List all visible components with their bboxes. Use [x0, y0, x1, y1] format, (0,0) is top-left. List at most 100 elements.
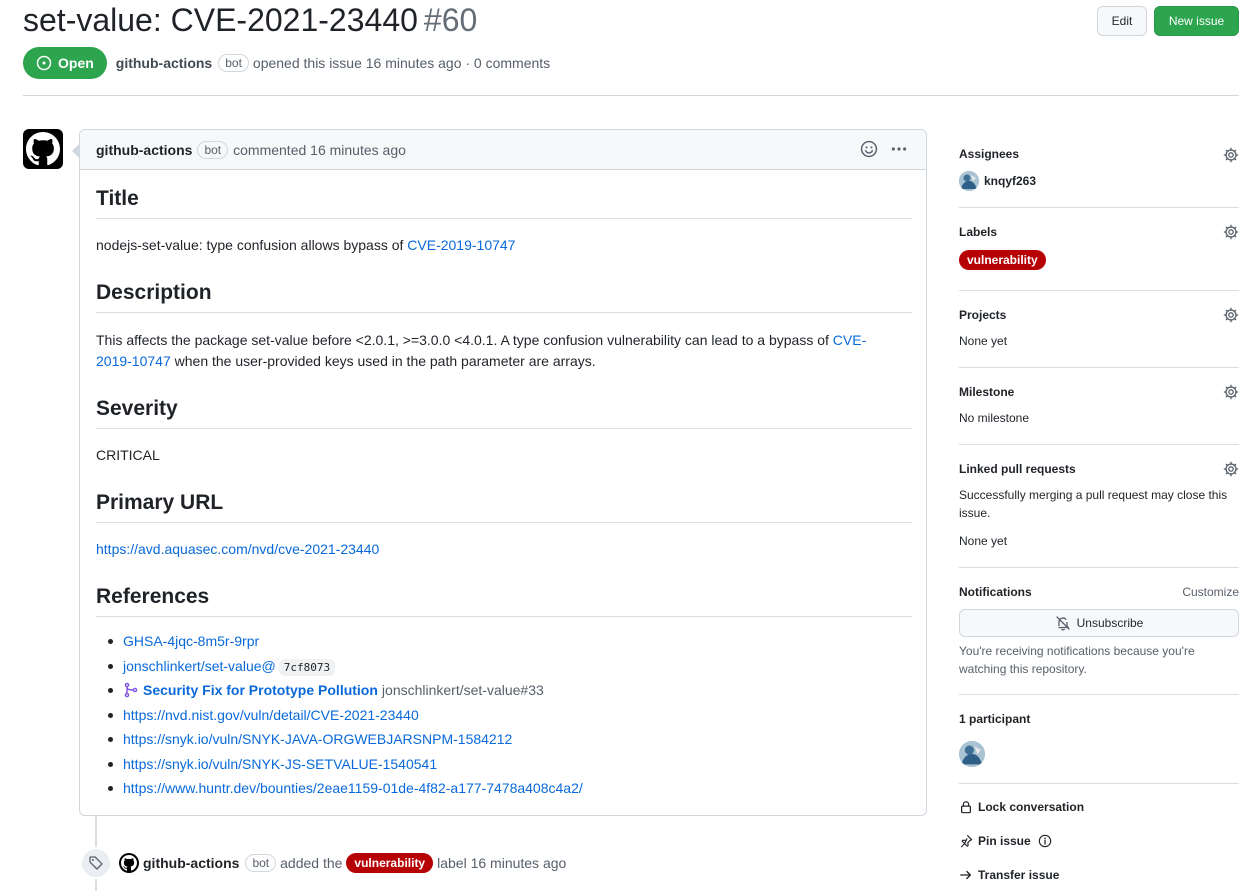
- lock-label: Lock conversation: [978, 800, 1085, 814]
- heading-divider: [96, 218, 912, 219]
- issue-comment: github-actions bot commented 16 minutes …: [79, 129, 927, 816]
- sidebar-divider: [959, 290, 1239, 291]
- transfer-label: Transfer issue: [978, 868, 1060, 882]
- assignee-item[interactable]: knqyf263: [959, 171, 1239, 191]
- heading-divider: [96, 312, 912, 313]
- edit-button[interactable]: Edit: [1097, 6, 1147, 36]
- sidebar-participants: 1 participant: [959, 710, 1239, 767]
- vulnerability-label[interactable]: vulnerability: [346, 853, 434, 873]
- pull-request-link[interactable]: Security Fix for Prototype Pollution: [143, 682, 378, 698]
- gear-icon[interactable]: [1223, 461, 1239, 477]
- projects-heading: Projects: [959, 308, 1007, 322]
- pull-request-ref: jonschlinkert/set-value#33: [381, 682, 544, 698]
- kebab-horizontal-icon[interactable]: [890, 140, 908, 158]
- github-logo-icon[interactable]: [119, 853, 139, 873]
- reference-link[interactable]: https://www.huntr.dev/bounties/2eae1159-…: [123, 780, 583, 796]
- linked-prs-heading: Linked pull requests: [959, 462, 1076, 476]
- state-label: Open: [58, 55, 94, 71]
- sidebar-notifications: Notifications Customize: [959, 583, 1239, 601]
- severity-value: CRITICAL: [96, 447, 160, 463]
- commit-sha-link[interactable]: 7cf8073: [278, 658, 336, 676]
- github-logo-icon: [26, 132, 60, 166]
- reference-link[interactable]: GHSA-4jqc-8m5r-9rpr: [123, 633, 259, 649]
- header-divider: [23, 95, 1239, 96]
- notifications-description: You're receiving notifications because y…: [959, 644, 1195, 676]
- sidebar-labels: Labels vulnerability: [959, 223, 1239, 270]
- list-item: GHSA-4jqc-8m5r-9rpr: [96, 629, 912, 654]
- milestone-heading: Milestone: [959, 385, 1015, 399]
- github-actions-avatar[interactable]: [23, 129, 63, 169]
- sidebar-milestone: Milestone No milestone: [959, 383, 1239, 427]
- comment-timestamp[interactable]: commented 16 minutes ago: [233, 142, 406, 158]
- vulnerability-label[interactable]: vulnerability: [959, 250, 1046, 270]
- issue-meta: Open github-actions bot opened this issu…: [23, 47, 550, 79]
- unsubscribe-button[interactable]: Unsubscribe: [959, 609, 1239, 637]
- issue-author-link[interactable]: github-actions: [116, 55, 212, 71]
- reference-link[interactable]: https://nvd.nist.gov/vuln/detail/CVE-202…: [123, 707, 419, 723]
- heading-divider: [96, 522, 912, 523]
- avatar[interactable]: [959, 741, 985, 767]
- pin-icon: [959, 834, 973, 848]
- gear-icon[interactable]: [1223, 224, 1239, 240]
- bot-badge: bot: [245, 854, 277, 872]
- section-heading-description: Description: [96, 281, 212, 304]
- heading-divider: [96, 428, 912, 429]
- lock-conversation-action[interactable]: Lock conversation: [959, 800, 1084, 814]
- primary-url-paragraph: https://avd.aquasec.com/nvd/cve-2021-234…: [96, 539, 912, 560]
- linked-prs-description: Successfully merging a pull request may …: [959, 488, 1228, 520]
- new-issue-button[interactable]: New issue: [1154, 6, 1239, 36]
- cve-link-part-1[interactable]: CVE-: [833, 332, 866, 348]
- timeline-suffix-text: label 16 minutes ago: [437, 855, 567, 871]
- references-list: GHSA-4jqc-8m5r-9rpr jonschlinkert/set-va…: [96, 629, 912, 801]
- description-text: This affects the package set-value befor…: [96, 332, 833, 348]
- smiley-icon[interactable]: [860, 140, 878, 158]
- reference-link[interactable]: jonschlinkert/set-value@: [123, 658, 276, 674]
- sidebar-divider: [959, 567, 1239, 568]
- reference-link[interactable]: https://snyk.io/vuln/SNYK-JAVA-ORGWEBJAR…: [123, 731, 512, 747]
- milestone-value: No milestone: [959, 411, 1030, 425]
- bot-badge: bot: [218, 54, 249, 72]
- reference-link[interactable]: https://snyk.io/vuln/SNYK-JS-SETVALUE-15…: [123, 756, 437, 772]
- gear-icon[interactable]: [1223, 147, 1239, 163]
- projects-value: None yet: [959, 334, 1008, 348]
- info-icon[interactable]: [1038, 834, 1052, 848]
- timeline-event: github-actions bot added the vulnerabili…: [119, 853, 566, 873]
- sidebar-divider: [959, 367, 1239, 368]
- sidebar-linked-prs: Linked pull requests Successfully mergin…: [959, 460, 1239, 550]
- avatar: [959, 171, 979, 191]
- cve-link-part-2[interactable]: 2019-10747: [96, 353, 171, 369]
- comment-header: github-actions bot commented 16 minutes …: [80, 130, 926, 170]
- arrow-right-icon: [959, 868, 973, 882]
- participants-heading: 1 participant: [959, 712, 1031, 726]
- section-heading-primary-url: Primary URL: [96, 491, 224, 514]
- description-paragraph: This affects the package set-value befor…: [96, 330, 912, 372]
- customize-link[interactable]: Customize: [1182, 583, 1239, 601]
- heading-divider: [96, 616, 912, 617]
- bell-slash-icon: [1055, 615, 1071, 631]
- sidebar-assignees: Assignees knqyf263: [959, 145, 1239, 191]
- labels-list: vulnerability: [959, 250, 1239, 270]
- state-badge: Open: [23, 47, 107, 79]
- issue-opened-text: opened this issue 16 minutes ago · 0 com…: [252, 55, 551, 71]
- list-item: https://snyk.io/vuln/SNYK-JAVA-ORGWEBJAR…: [96, 727, 912, 752]
- cve-2019-10747-link[interactable]: CVE-2019-10747: [407, 237, 515, 253]
- pin-label: Pin issue: [978, 834, 1031, 848]
- list-item: https://nvd.nist.gov/vuln/detail/CVE-202…: [96, 703, 912, 728]
- transfer-issue-action[interactable]: Transfer issue: [959, 868, 1059, 882]
- comment-author-link[interactable]: github-actions: [96, 142, 192, 158]
- labels-heading: Labels: [959, 225, 998, 239]
- gear-icon[interactable]: [1223, 384, 1239, 400]
- sidebar-divider: [959, 694, 1239, 695]
- section-heading-severity: Severity: [96, 397, 178, 420]
- gear-icon[interactable]: [1223, 307, 1239, 323]
- sidebar-divider: [959, 783, 1239, 784]
- section-heading-references: References: [96, 585, 210, 608]
- sidebar-projects: Projects None yet: [959, 306, 1239, 350]
- timeline-author-link[interactable]: github-actions: [143, 855, 239, 871]
- list-item: jonschlinkert/set-value@ 7cf8073: [96, 654, 912, 679]
- section-heading-title: Title: [96, 187, 139, 210]
- pin-issue-action[interactable]: Pin issue: [959, 834, 1052, 848]
- primary-url-link[interactable]: https://avd.aquasec.com/nvd/cve-2021-234…: [96, 541, 379, 557]
- lock-icon: [959, 800, 973, 814]
- issue-title: set-value: CVE-2021-23440 #60: [23, 2, 477, 39]
